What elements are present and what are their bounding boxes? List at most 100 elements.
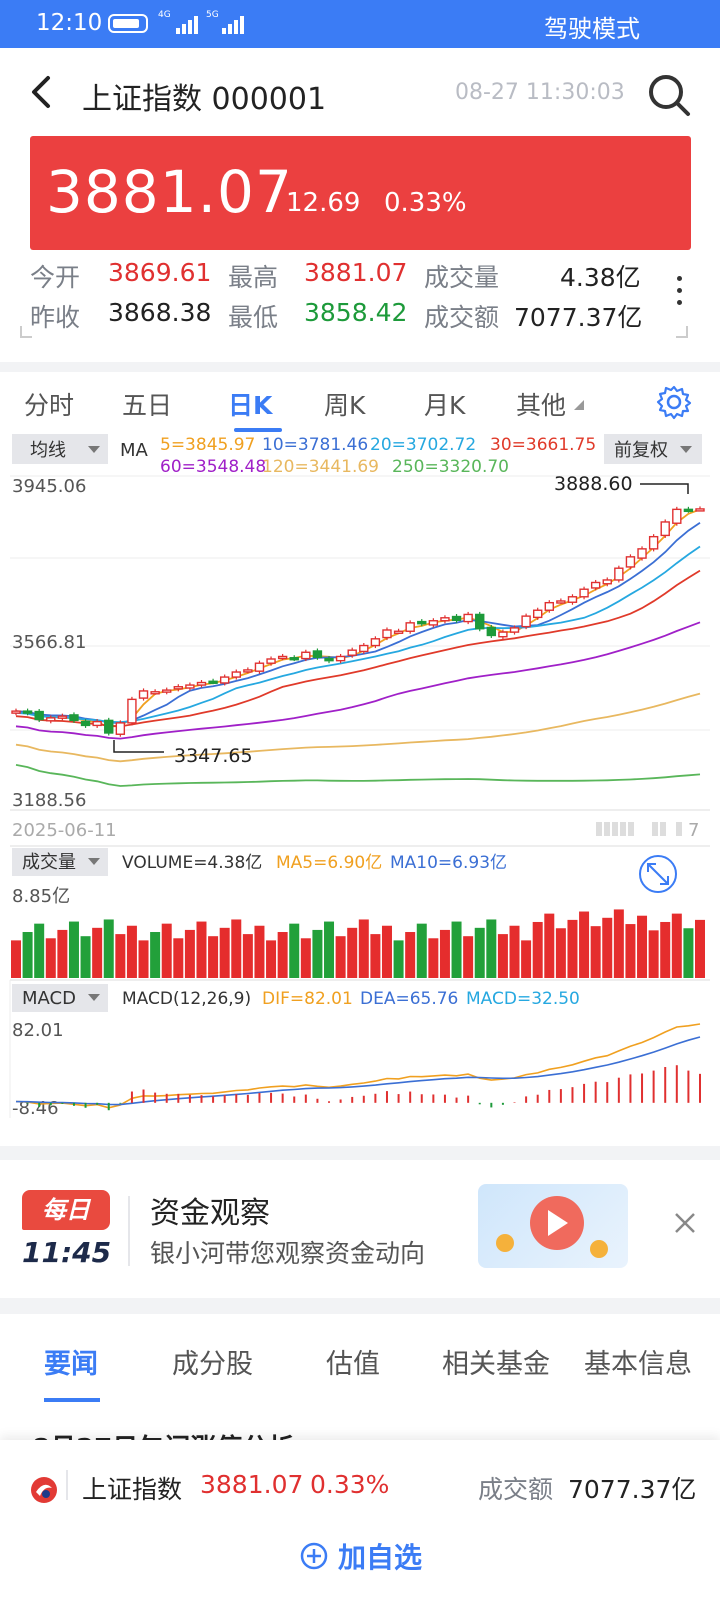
tab-five-day[interactable]: 五日 <box>122 386 172 422</box>
candle-body <box>301 651 311 660</box>
volume-bar <box>231 919 242 978</box>
scroll-indicator <box>596 822 682 836</box>
candle-body <box>127 698 137 724</box>
tab-intraday[interactable]: 分时 <box>24 386 74 422</box>
info-tabs: 要闻 成分股 估值 相关基金 基本信息 <box>0 1314 720 1414</box>
volume-bar <box>625 924 636 978</box>
volume-bar <box>161 923 172 978</box>
volume-bar <box>613 909 624 978</box>
coin-icon <box>496 1234 514 1252</box>
candle-body <box>231 671 241 678</box>
volume-bar <box>11 940 21 978</box>
tab-related-funds[interactable]: 相关基金 <box>442 1342 550 1381</box>
add-watchlist-label[interactable]: 加自选 <box>338 1536 422 1576</box>
expand-icon[interactable] <box>639 855 677 893</box>
volume-bar <box>115 934 126 978</box>
tab-constituents[interactable]: 成分股 <box>172 1342 253 1381</box>
candle-body <box>243 669 253 673</box>
candle-body <box>22 710 33 714</box>
stat-label: 成交额 <box>424 303 500 332</box>
ma-line <box>15 545 701 724</box>
candle-body <box>544 601 554 611</box>
news-card-title[interactable]: 资金观察 <box>150 1188 270 1232</box>
high-marker-label: 3888.60 <box>554 473 633 495</box>
tab-weekly-k[interactable]: 周K <box>324 386 365 422</box>
active-tab-indicator <box>234 428 282 432</box>
volume-bar <box>602 917 613 978</box>
candle-body <box>440 617 450 622</box>
volume-bar <box>103 919 114 978</box>
tab-daily-k[interactable]: 日K <box>228 386 272 422</box>
candle-body <box>347 649 357 656</box>
bottom-amount-value: 7077.37亿 <box>568 1475 697 1504</box>
bottom-index-pct: 0.33% <box>310 1470 390 1499</box>
volume-bar <box>138 940 149 978</box>
video-thumbnail[interactable] <box>478 1184 628 1268</box>
volume-bar <box>126 925 137 978</box>
volume-bar <box>34 923 45 978</box>
candle-body <box>625 556 636 568</box>
ma-line <box>15 569 701 728</box>
volume-bar <box>463 936 474 978</box>
stat-label: 昨收 <box>30 303 81 332</box>
search-icon[interactable] <box>646 72 692 118</box>
candle-body <box>648 535 659 550</box>
news-card[interactable]: 每日 11:45 资金观察 银小河带您观察资金动向 <box>0 1160 720 1298</box>
ma-line <box>15 621 701 740</box>
close-icon[interactable] <box>670 1208 700 1238</box>
bottom-bar: 上证指数 3881.07 0.33% 成交额 7077.37亿 加自选 <box>0 1440 720 1600</box>
price-change-pct: 0.33% <box>384 188 467 218</box>
daily-badge: 每日 11:45 <box>20 1190 112 1274</box>
tab-other[interactable]: 其他 <box>516 386 566 422</box>
daily-badge-top: 每日 <box>22 1190 110 1230</box>
volume-bar <box>521 940 532 978</box>
volume-bar <box>92 927 103 978</box>
adjust-select-label[interactable]: 前复权 <box>614 440 668 461</box>
news-card-subtitle: 银小河带您观察资金动向 <box>150 1239 426 1268</box>
kline-chart-area[interactable]: 均线 MA 5=3845.97 10=3781.46 20=3702.72 30… <box>0 434 720 1146</box>
play-icon <box>548 1210 568 1236</box>
driving-mode-label[interactable]: 驾驶模式 <box>544 9 640 44</box>
candle-body <box>486 626 497 637</box>
volume-bar <box>219 927 230 978</box>
tab-monthly-k[interactable]: 月K <box>424 386 465 422</box>
candle-body <box>34 710 44 721</box>
stat-value-open: 3869.61 <box>108 258 212 287</box>
volume-bar <box>45 938 56 978</box>
ma-select-label[interactable]: 均线 <box>30 440 66 461</box>
macd-select-label[interactable]: MACD <box>22 988 76 1009</box>
gear-icon[interactable] <box>656 384 692 420</box>
tab-basic-info[interactable]: 基本信息 <box>584 1342 692 1381</box>
x-end-tail: 7 <box>688 820 699 841</box>
page-title: 上证指数 000001 <box>82 82 327 117</box>
price-box: 3881.07 12.69 0.33% <box>30 136 691 250</box>
volume-bar <box>660 921 671 978</box>
volume-select-label[interactable]: 成交量 <box>22 852 76 873</box>
volume-bar <box>80 936 91 978</box>
network-4g-label: 4G <box>158 10 171 20</box>
tab-news[interactable]: 要闻 <box>44 1342 98 1381</box>
candle-body <box>498 631 508 638</box>
volume-bar <box>637 915 648 978</box>
ma30-label: 30=3661.75 <box>490 435 596 455</box>
back-arrow-icon[interactable] <box>26 72 62 112</box>
tab-valuation[interactable]: 估值 <box>326 1342 380 1381</box>
volume-bar <box>150 932 161 978</box>
more-stats-icon[interactable] <box>674 276 684 318</box>
volume-bar <box>347 927 358 978</box>
volume-bar <box>474 927 485 978</box>
candle-body <box>602 579 612 585</box>
candle-body <box>57 715 68 719</box>
kline-chart[interactable]: 均线 MA 5=3845.97 10=3781.46 20=3702.72 30… <box>0 434 720 1146</box>
candle-body <box>254 662 265 672</box>
divider <box>128 1196 130 1266</box>
volume-bar <box>439 929 450 978</box>
volume-bar <box>590 926 601 978</box>
candle-body <box>567 596 578 603</box>
volume-bar <box>579 911 590 978</box>
volume-bar <box>208 936 219 978</box>
y-tick-label: 3945.06 <box>12 476 86 497</box>
divider <box>66 1470 68 1500</box>
volume-y-tick: 8.85亿 <box>12 886 70 907</box>
add-watchlist-button[interactable]: 加自选 <box>300 1536 430 1576</box>
